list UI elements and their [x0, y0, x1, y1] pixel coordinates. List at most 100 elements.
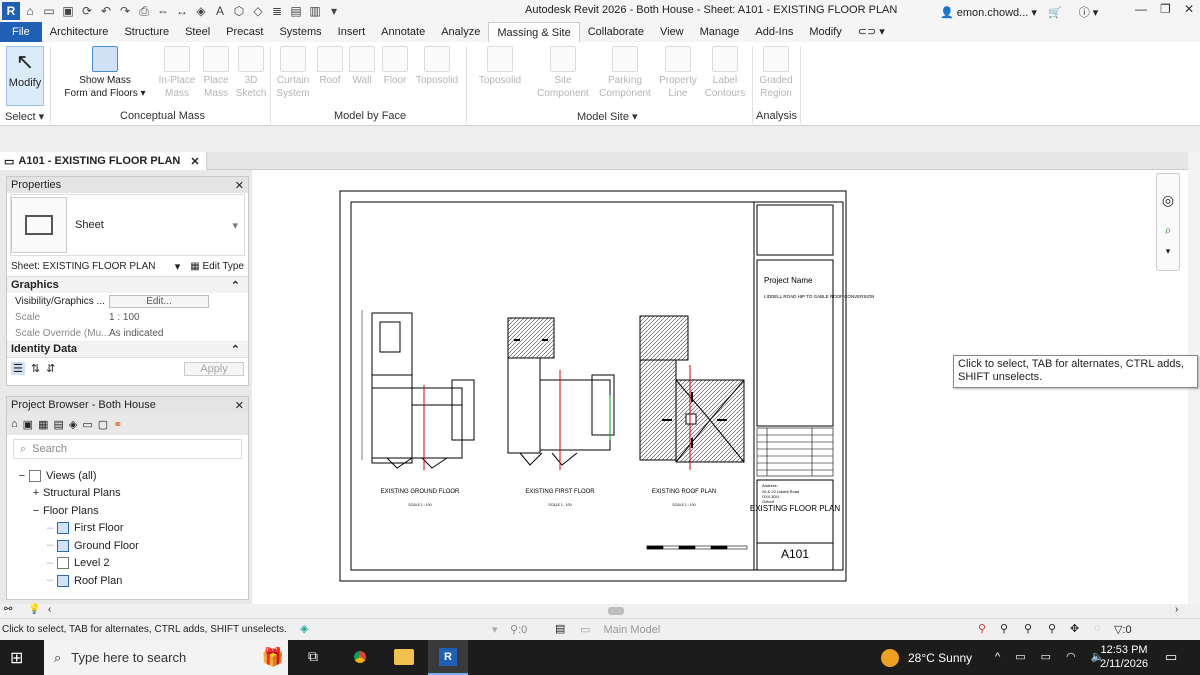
contextual-toggle-icon[interactable]: ⊂⊃ ▾ [850, 22, 893, 42]
identity-section[interactable]: Identity Data ⌃ [7, 341, 248, 357]
model-site-panel-label[interactable]: Model Site ▾ [577, 110, 638, 123]
close-view-icon[interactable]: ✕ [190, 155, 199, 168]
sync-icon[interactable]: ⟳ [78, 2, 96, 20]
scale-icon[interactable]: ⚯ [4, 604, 12, 615]
links-icon[interactable]: ⚭ [113, 418, 122, 431]
cart-icon[interactable]: 🛒 [1048, 7, 1062, 19]
view-tab-a101[interactable]: ▭ A101 - EXISTING FLOOR PLAN ✕ [0, 152, 207, 170]
scroll-thumb[interactable] [608, 607, 624, 615]
tab-collaborate[interactable]: Collaborate [580, 22, 652, 42]
3d-view-icon[interactable]: ⬡ [230, 2, 248, 20]
tree-item[interactable]: ┄ Roof Plan [7, 572, 248, 590]
chrome-icon[interactable] [350, 647, 370, 667]
tab-precast[interactable]: Precast [218, 22, 271, 42]
steering-wheel-icon[interactable]: ◎ [1157, 192, 1179, 209]
graphics-section[interactable]: Graphics ⌃ [7, 277, 248, 293]
expand-toggle-icon[interactable]: − [15, 470, 29, 482]
graded-region-button[interactable]: Graded Region [756, 46, 796, 100]
tab-add-ins[interactable]: Add-Ins [747, 22, 801, 42]
tab-massing-site[interactable]: Massing & Site [488, 22, 580, 42]
home-icon[interactable]: ⌂ [21, 2, 39, 20]
close-browser-icon[interactable]: ✕ [235, 399, 244, 412]
tab-manage[interactable]: Manage [692, 22, 748, 42]
property-line-button[interactable]: Property Line [655, 46, 701, 100]
tree-item[interactable]: ┄ Level 2 [7, 555, 248, 573]
tab-annotate[interactable]: Annotate [373, 22, 433, 42]
customize-qat-icon[interactable]: ▾ [325, 2, 343, 20]
label-contours-button[interactable]: Label Contours [701, 46, 749, 100]
select-by-face-icon[interactable]: ⚲ [1048, 622, 1056, 635]
expand-toggle-icon[interactable]: − [29, 505, 43, 517]
floor-plans-icon[interactable]: ▣ [23, 418, 33, 431]
tab-structure[interactable]: Structure [116, 22, 177, 42]
revit-logo[interactable]: R [2, 2, 20, 20]
text-icon[interactable]: A [211, 2, 229, 20]
redo-icon[interactable]: ↷ [116, 2, 134, 20]
nav-menu-icon[interactable]: ▾ [1157, 246, 1179, 257]
close-button[interactable]: ✕ [1184, 2, 1194, 16]
filter-count[interactable]: ▽:0 [1114, 623, 1132, 636]
tab-systems[interactable]: Systems [271, 22, 329, 42]
categorize-icon[interactable]: ☰ [11, 362, 25, 375]
roof-by-face-button[interactable]: Roof [314, 46, 346, 87]
drag-elements-icon[interactable]: ✥ [1070, 622, 1079, 635]
sort-descending-icon[interactable]: ⇵ [46, 362, 55, 375]
horizontal-scrollbar[interactable]: ⚯ 💡 ‹ › [0, 604, 1200, 618]
expand-toggle-icon[interactable]: + [29, 487, 43, 499]
tab-modify[interactable]: Modify [801, 22, 849, 42]
floor-by-face-button[interactable]: Floor [379, 46, 411, 87]
minimize-button[interactable]: — [1135, 2, 1147, 16]
task-view-icon[interactable]: ⧉ [308, 648, 318, 665]
tab-architecture[interactable]: Architecture [42, 22, 117, 42]
weather-icon[interactable] [881, 649, 899, 667]
select-underlay-icon[interactable]: ⚲ [1000, 622, 1008, 635]
user-account[interactable]: 👤 emon.chowd... ▾ 🛒 ⓘ ▾ [940, 4, 1098, 20]
taskbar-search[interactable]: ⌕ Type here to search 🎁 [44, 640, 288, 675]
sheets-icon[interactable]: ▭ [82, 418, 92, 431]
show-mass-button[interactable]: Show Mass Form and Floors ▾ [62, 46, 148, 100]
select-pinned-icon[interactable]: ⚲ [1024, 622, 1032, 635]
sort-ascending-icon[interactable]: ⇅ [31, 362, 40, 375]
active-model[interactable]: ▭ Main Model [580, 623, 660, 636]
scroll-right-icon[interactable]: › [1175, 604, 1178, 615]
tree-item[interactable]: ┄ First Floor [7, 520, 248, 538]
close-properties-icon[interactable]: ✕ [235, 179, 244, 192]
select-links-icon[interactable]: ⚲ [978, 622, 986, 635]
save-icon[interactable]: ▣ [59, 2, 77, 20]
aligned-dimension-icon[interactable]: ↔ [173, 2, 191, 20]
tray-icons[interactable]: ^ ▭ ▭ ◠ 🔈 [995, 650, 1110, 663]
schedule-icon[interactable]: ▦ [38, 418, 48, 431]
tree-item[interactable]: − Views (all) [7, 467, 248, 485]
scroll-left-icon[interactable]: ‹ [48, 604, 51, 615]
tree-item[interactable]: ┄ Ground Floor [7, 537, 248, 555]
browser-home-icon[interactable]: ⌂ [11, 418, 18, 430]
edit-type-button[interactable]: ▦ Edit Type [190, 261, 244, 272]
tab-analyze[interactable]: Analyze [433, 22, 488, 42]
filter-dropdown-icon[interactable]: ▾ [492, 623, 498, 636]
tab-steel[interactable]: Steel [177, 22, 218, 42]
undo-icon[interactable]: ↶ [97, 2, 115, 20]
print-icon[interactable]: ⎙ [135, 2, 153, 20]
wall-by-face-button[interactable]: Wall [346, 46, 378, 87]
legend-icon[interactable]: ▤ [53, 418, 63, 431]
families-icon[interactable]: ◈ [69, 418, 77, 431]
parking-component-button[interactable]: Parking Component [595, 46, 655, 100]
selector-dropdown-icon[interactable]: ▾ [175, 260, 181, 273]
site-component-button[interactable]: Site Component [533, 46, 593, 100]
edit-visibility-button[interactable]: Edit... [109, 294, 248, 308]
toposolid-button[interactable]: Toposolid [474, 46, 526, 87]
open-icon[interactable]: ▭ [40, 2, 58, 20]
close-hidden-icon[interactable]: ▤ [287, 2, 305, 20]
in-place-mass-button[interactable]: In-Place Mass [156, 46, 198, 100]
place-mass-button[interactable]: Place Mass [198, 46, 234, 100]
section-icon[interactable]: ◇ [249, 2, 267, 20]
measure-icon[interactable]: ⇔ [154, 2, 172, 20]
groups-icon[interactable]: ▢ [98, 418, 108, 431]
notification-icon[interactable]: ▭ [1165, 649, 1177, 665]
maximize-button[interactable]: ❐ [1160, 2, 1171, 16]
switch-windows-icon[interactable]: ▥ [306, 2, 324, 20]
modify-button[interactable]: ↖ Modify [6, 46, 44, 106]
bulb-icon[interactable]: 💡 [28, 604, 40, 615]
tab-file[interactable]: File [0, 22, 42, 42]
3d-sketch-button[interactable]: 3D Sketch [234, 46, 268, 100]
